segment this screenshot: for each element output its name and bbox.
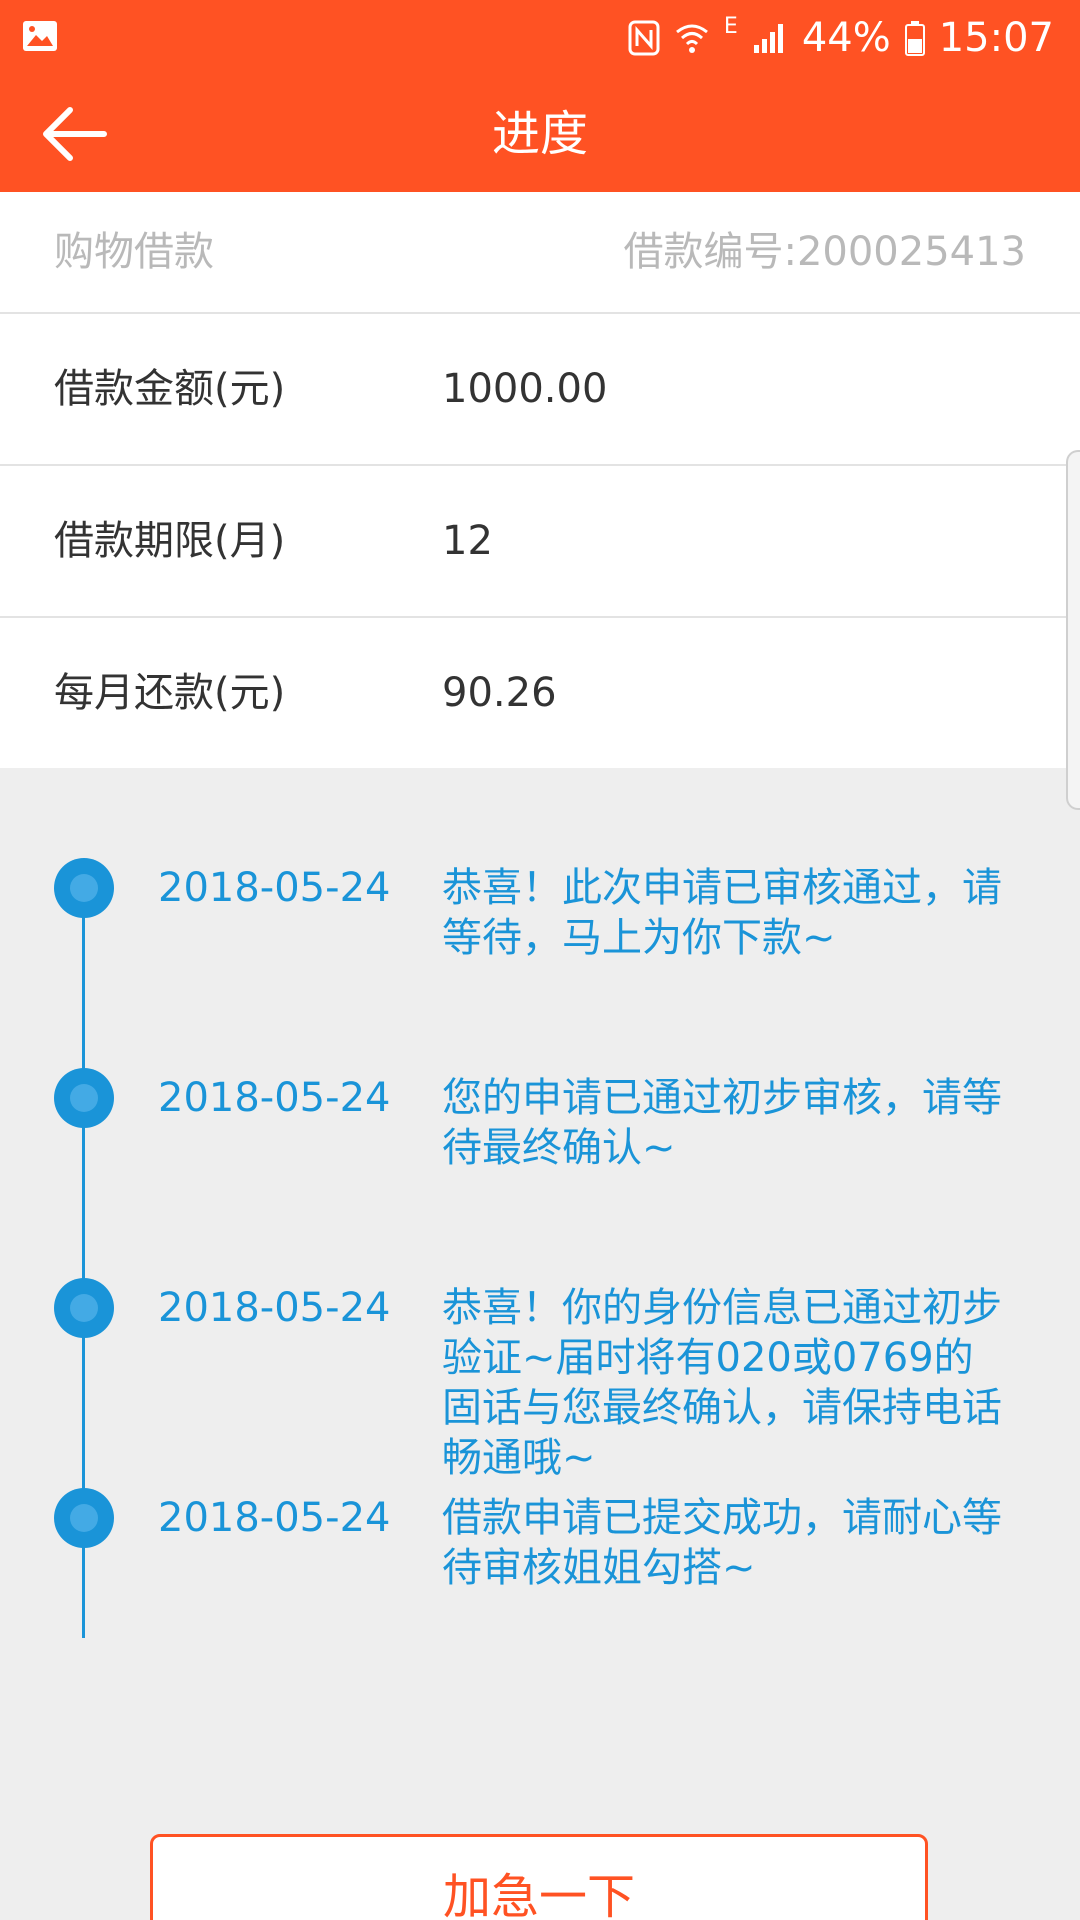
- page-title: 进度: [491, 106, 588, 162]
- loan-number: 借款编号:200025413: [623, 229, 1026, 275]
- urge-button-label: 加急一下: [442, 1869, 635, 1920]
- top-bar: E 44% 15:07 进度: [0, 0, 1080, 192]
- app-bar: 进度: [0, 76, 1080, 192]
- timeline-message: 借款申请已提交成功，请耐心等待审核姐姐勾搭~: [442, 1495, 1002, 1591]
- row-value: 12: [442, 518, 493, 564]
- timeline-date: 2018-05-24: [158, 1285, 391, 1331]
- row-label: 借款期限(月): [54, 518, 286, 564]
- row-value: 90.26: [442, 670, 557, 716]
- screen: E 44% 15:07 进度 购物借款 借款编号:200025413 借款金额(…: [0, 0, 1080, 1920]
- timeline-message: 您的申请已通过初步审核，请等待最终确认~: [442, 1075, 1002, 1171]
- timeline-node: [54, 1488, 114, 1548]
- timeline-date: 2018-05-24: [158, 865, 391, 911]
- timeline-date: 2018-05-24: [158, 1495, 391, 1541]
- urge-button[interactable]: 加急一下: [150, 1834, 928, 1920]
- battery-icon: [904, 21, 925, 56]
- monthly-payment-row: 每月还款(元) 90.26: [0, 618, 1080, 768]
- row-value: 1000.00: [442, 366, 608, 412]
- loan-term-row: 借款期限(月) 12: [0, 466, 1080, 618]
- timeline-node: [54, 858, 114, 918]
- loan-amount-row: 借款金额(元) 1000.00: [0, 314, 1080, 466]
- battery-percent: 44%: [801, 15, 891, 61]
- timeline-date: 2018-05-24: [158, 1075, 391, 1121]
- loan-info-header: 购物借款 借款编号:200025413: [0, 192, 1080, 314]
- timeline-node: [54, 1068, 114, 1128]
- wifi-icon: [675, 24, 708, 53]
- nfc-icon: [628, 20, 660, 56]
- timeline-node: [54, 1278, 114, 1338]
- scroll-indicator[interactable]: [1066, 450, 1080, 810]
- row-label: 每月还款(元): [54, 670, 286, 716]
- clock: 15:07: [938, 15, 1054, 61]
- loan-info-card: 购物借款 借款编号:200025413 借款金额(元) 1000.00 借款期限…: [0, 192, 1080, 768]
- network-type: E: [723, 14, 738, 39]
- timeline-message: 恭喜！此次申请已审核通过，请等待，马上为你下款~: [442, 865, 1002, 961]
- progress-timeline: 2018-05-24 恭喜！此次申请已审核通过，请等待，马上为你下款~ 2018…: [0, 768, 1080, 1668]
- gallery-notification-icon: [23, 21, 57, 51]
- row-label: 借款金额(元): [54, 366, 286, 412]
- signal-icon: [753, 24, 783, 53]
- loan-type: 购物借款: [54, 229, 214, 275]
- status-bar: E 44% 15:07: [0, 0, 1080, 76]
- timeline-message: 恭喜！你的身份信息已通过初步验证~届时将有020或0769的固话与您最终确认，请…: [442, 1285, 1002, 1481]
- status-right: E 44% 15:07: [628, 12, 1054, 64]
